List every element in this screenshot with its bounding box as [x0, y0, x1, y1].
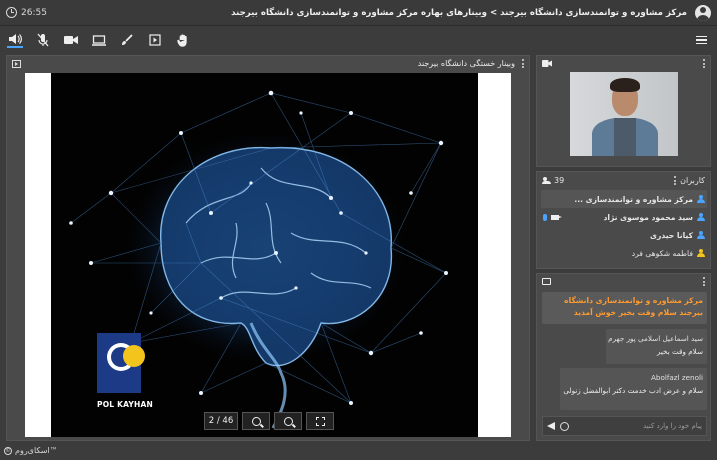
chat-input-bar — [542, 416, 707, 436]
users-count: 39 — [542, 176, 564, 185]
brush-icon[interactable] — [119, 32, 135, 48]
users-title: کاربران — [680, 176, 705, 185]
user-name: کیانا حیدری — [649, 230, 693, 240]
user-row[interactable]: کیانا حیدری — [541, 226, 707, 244]
logo-text: POL KAYHAN — [97, 400, 153, 409]
chat-icon — [542, 278, 551, 285]
user-icon — [697, 231, 705, 239]
slide-frame: POL KAYHAN — [25, 73, 511, 437]
clock-icon — [6, 7, 17, 18]
chat-panel: مرکز مشاوره و توانمندسازی دانشگاه بیرجند… — [536, 273, 711, 441]
zoom-out-icon — [283, 416, 293, 426]
speaker-icon[interactable] — [7, 32, 23, 48]
play-box-icon[interactable] — [147, 32, 163, 48]
mic-on-icon — [543, 213, 547, 221]
video-options-icon[interactable] — [702, 59, 705, 68]
fullscreen-icon — [315, 416, 325, 426]
chat-header — [537, 274, 710, 289]
emoji-icon[interactable] — [560, 421, 569, 431]
user-list: مرکز مشاوره و توانمندسازی ... سید محمود … — [541, 190, 707, 262]
copyright-icon: © — [4, 446, 12, 455]
cam-on-icon — [551, 214, 562, 220]
top-header: 26:55 مرکز مشاوره و توانمندسازی دانشگاه … — [0, 0, 717, 26]
menu-icon[interactable] — [696, 36, 707, 44]
presentation-title: وبینار خستگی دانشگاه بیرجند — [417, 59, 515, 68]
tool-group — [7, 32, 191, 48]
user-name: سید محمود موسوی نژاد — [603, 212, 693, 222]
chat-input[interactable] — [574, 422, 702, 430]
video-header — [537, 56, 710, 71]
session-timer: 26:55 — [6, 7, 47, 18]
user-name: فاطمه شکوهی فرد — [631, 248, 693, 258]
zoom-in-icon — [251, 416, 261, 426]
user-row[interactable]: مرکز مشاوره و توانمندسازی ... — [541, 190, 707, 208]
user-avatar-icon[interactable] — [695, 4, 711, 21]
video-camera-icon — [542, 60, 552, 67]
zoom-out-button[interactable] — [274, 412, 302, 430]
toolbar — [0, 27, 717, 53]
people-icon — [542, 177, 551, 184]
slide-controls: 2 / 46 — [204, 412, 334, 430]
presentation-options-icon[interactable] — [521, 59, 524, 68]
elapsed-time: 26:55 — [21, 7, 47, 18]
fullscreen-button[interactable] — [306, 412, 334, 430]
page-indicator[interactable]: 2 / 46 — [204, 412, 238, 430]
video-panel — [536, 55, 711, 167]
mic-muted-icon[interactable] — [35, 32, 51, 48]
chat-options-icon[interactable] — [702, 277, 705, 286]
presentation-panel: وبینار خستگی دانشگاه بیرجند POL KAYHAN 2… — [6, 55, 530, 441]
chat-sender: سید اسماعیل اسلامی پور جهرم — [608, 334, 703, 343]
footer: © اسکای‌روم™ — [4, 446, 58, 455]
footer-brand[interactable]: اسکای‌روم™ — [15, 446, 58, 455]
user-icon — [697, 249, 705, 257]
header-right: مرکز مشاوره و توانمندسازی دانشگاه بیرجند… — [231, 4, 711, 21]
users-count-value: 39 — [554, 176, 565, 185]
company-logo: POL KAYHAN — [97, 333, 153, 413]
camera-icon[interactable] — [63, 32, 79, 48]
presentation-header: وبینار خستگی دانشگاه بیرجند — [7, 56, 529, 71]
webcam-feed — [570, 72, 678, 156]
user-row[interactable]: فاطمه شکوهی فرد — [541, 244, 707, 262]
zoom-in-button[interactable] — [242, 412, 270, 430]
send-icon[interactable] — [547, 422, 555, 430]
users-panel: کاربران 39 مرکز مشاوره و توانمندسازی ...… — [536, 171, 711, 269]
user-icon — [697, 213, 705, 221]
chat-text: سلام وقت بخیر — [656, 347, 703, 356]
users-header: کاربران 39 — [537, 172, 710, 189]
chat-message: سید اسماعیل اسلامی پور جهرم سلام وقت بخی… — [606, 329, 707, 364]
user-media-status — [543, 213, 562, 221]
user-icon — [697, 195, 705, 203]
welcome-message: مرکز مشاوره و توانمندسازی دانشگاه بیرجند… — [542, 292, 707, 324]
chat-sender: Abolfazl zenoli — [650, 373, 703, 382]
screen-share-icon[interactable] — [91, 32, 107, 48]
presentation-icon — [12, 59, 21, 68]
slide-image: POL KAYHAN — [51, 73, 478, 437]
chat-message: Abolfazl zenoli سلام و عرض ادب خدمت دکتر… — [560, 368, 707, 410]
breadcrumb[interactable]: مرکز مشاوره و توانمندسازی دانشگاه بیرجند… — [231, 8, 687, 18]
users-options-icon[interactable] — [673, 176, 676, 185]
user-name: مرکز مشاوره و توانمندسازی ... — [574, 194, 693, 204]
chat-text: سلام و عرض ادب خدمت دکتر ابوالفضل زنولی — [563, 386, 703, 395]
user-row[interactable]: سید محمود موسوی نژاد — [541, 208, 707, 226]
hand-icon[interactable] — [175, 32, 191, 48]
